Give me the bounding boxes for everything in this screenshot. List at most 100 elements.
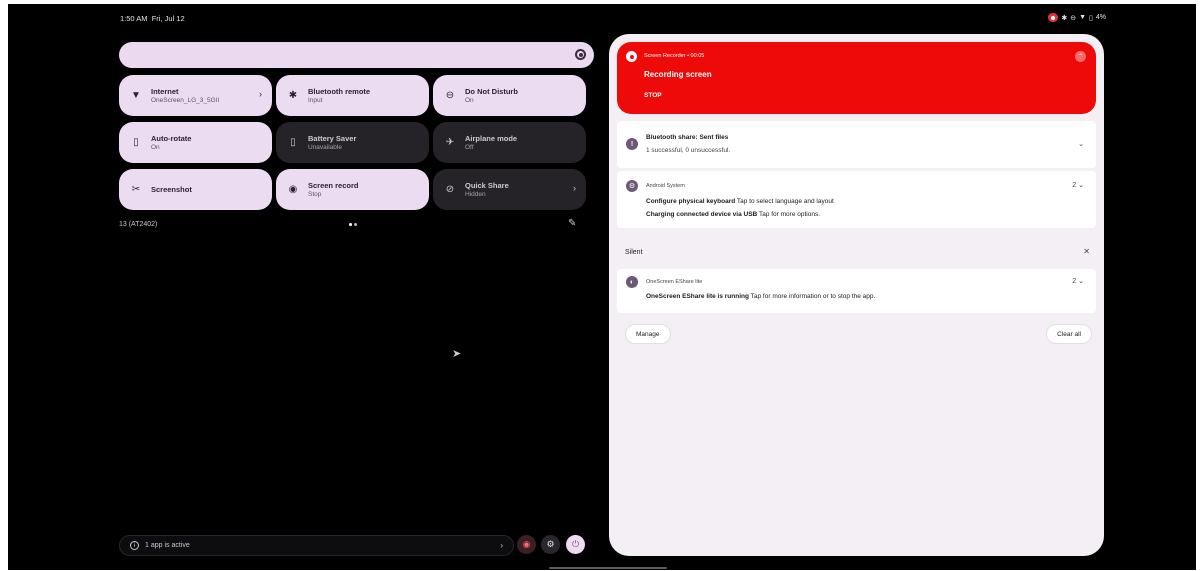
tile-internet[interactable]: ▼ Internet OneScreen_LG_3_5GII ›: [119, 75, 272, 116]
rotate-icon: ▯: [133, 136, 139, 148]
build-number: 13 (AT2402): [119, 221, 158, 228]
eshare-title: OneScreen EShare lite is running: [646, 293, 749, 300]
eshare-notification[interactable]: ◐ OneScreen EShare lite 2 ⌄ OneScreen ES…: [617, 269, 1096, 313]
chevron-right-icon: ›: [573, 183, 576, 193]
expand-button[interactable]: 2 ⌄: [1072, 277, 1084, 285]
notification-header: Screen Recorder • 00:05: [644, 53, 705, 59]
tile-do-not-disturb[interactable]: ⊖ Do Not Disturb On: [433, 75, 586, 116]
notification-shade: Screen Recorder • 00:05 Recording screen…: [609, 34, 1104, 556]
tile-label: Screen record: [308, 181, 359, 190]
quick-share-icon: ⊘: [445, 183, 455, 195]
tile-label: Do Not Disturb: [465, 87, 518, 96]
tile-label: Battery Saver: [308, 134, 357, 143]
tile-label: Quick Share: [465, 181, 509, 190]
usb-text: Tap for more options.: [757, 211, 821, 218]
settings-button[interactable]: ⚙: [541, 535, 560, 554]
android-system-app-icon: ⚙: [626, 180, 638, 192]
tile-text: Screen record Stop: [308, 181, 358, 198]
notification-count: 2: [1072, 182, 1077, 189]
battery-icon: ▯: [1089, 14, 1093, 22]
tile-label: Auto-rotate: [151, 134, 192, 143]
tile-state: Input: [308, 97, 323, 104]
tile-airplane-mode[interactable]: ✈ Airplane mode Off: [433, 122, 586, 163]
keyboard-text: Tap to select language and layout: [735, 198, 834, 205]
tile-text: Auto-rotate On: [151, 134, 191, 151]
bluetooth-share-app-icon: !: [626, 138, 638, 150]
active-apps-label: 1 app is active: [145, 542, 190, 549]
notification-text: 1 successful, 0 unsuccessful.: [646, 147, 731, 154]
usb-title: Charging connected device via USB: [646, 211, 758, 218]
tile-text: Screenshot: [151, 185, 192, 194]
power-icon: ⏻: [571, 539, 580, 549]
tile-label: Bluetooth remote: [308, 87, 371, 96]
info-icon: i: [130, 541, 139, 550]
tile-screen-record[interactable]: ◉ Screen record Stop: [276, 169, 429, 210]
bluetooth-icon: ✱: [1061, 14, 1068, 22]
active-apps-button[interactable]: i 1 app is active ›: [119, 535, 514, 556]
close-icon[interactable]: ✕: [1083, 247, 1090, 256]
status-bar-clock: 1:50 AM Fri, Jul 12: [120, 14, 185, 23]
expand-chevron-icon[interactable]: ⌄: [1078, 140, 1084, 148]
user-icon: ◉: [522, 539, 531, 549]
screen-record-status-icon: [1048, 13, 1059, 22]
stop-recording-button[interactable]: STOP: [644, 92, 662, 99]
gear-icon: ⚙: [546, 539, 555, 549]
tile-state: On: [465, 97, 474, 104]
notification-body: OneScreen EShare lite is running Tap for…: [646, 293, 875, 300]
battery-icon: ▯: [290, 136, 296, 148]
android-system-notification[interactable]: ⚙ Android System 2 ⌄ Configure physical …: [617, 171, 1096, 228]
chevron-down-icon: ⌄: [1078, 182, 1084, 189]
tile-text: Bluetooth remote Input: [308, 87, 370, 104]
do-not-disturb-icon: ⊖: [1070, 14, 1077, 22]
tile-bluetooth-remote[interactable]: ✱ Bluetooth remote Input: [276, 75, 429, 116]
chevron-right-icon: ›: [500, 541, 503, 550]
tile-state: On: [151, 144, 160, 151]
user-switcher-button[interactable]: ◉: [517, 535, 536, 554]
brightness-icon: [575, 49, 586, 60]
notification-title: Bluetooth share: Sent files: [646, 134, 729, 141]
brightness-slider[interactable]: [119, 42, 594, 68]
clear-all-button[interactable]: Clear all: [1046, 324, 1092, 344]
mouse-cursor-icon: ➤: [452, 348, 462, 360]
tile-auto-rotate[interactable]: ▯ Auto-rotate On: [119, 122, 272, 163]
battery-percent: 4%: [1095, 14, 1106, 21]
status-time: 1:50 AM: [120, 14, 148, 23]
wifi-icon: ▼: [1079, 14, 1087, 21]
tile-label: Airplane mode: [465, 134, 518, 143]
bluetooth-icon: ✱: [288, 89, 298, 101]
wifi-icon: ▼: [131, 89, 141, 101]
collapse-icon[interactable]: ⌃: [1075, 51, 1086, 62]
tile-text: Do Not Disturb On: [465, 87, 518, 104]
edit-pencil-icon[interactable]: ✎: [568, 218, 576, 229]
tile-text: Airplane mode Off: [465, 134, 517, 151]
notification-app-name: OneScreen EShare lite: [646, 279, 703, 285]
airplane-icon: ✈: [445, 136, 455, 148]
chevron-right-icon: ›: [259, 89, 262, 99]
notification-app-name: Android System: [646, 183, 685, 189]
notification-title: Recording screen: [644, 70, 712, 79]
screen: 1:50 AM Fri, Jul 12 ✱ ⊖ ▼ ▯ 4% ▼ Internet…: [8, 4, 1196, 570]
expand-button[interactable]: 2 ⌄: [1072, 181, 1084, 189]
tile-label: Internet: [151, 87, 179, 96]
screenshot-icon: ✂: [131, 183, 141, 195]
tile-state: Hidden: [465, 191, 486, 198]
tile-text: Quick Share Hidden: [465, 181, 509, 198]
tile-quick-share[interactable]: ⊘ Quick Share Hidden ›: [433, 169, 586, 210]
notification-line-2: Charging connected device via USB Tap fo…: [646, 211, 820, 218]
home-handle[interactable]: [549, 567, 667, 569]
page-indicator: [349, 223, 357, 226]
power-button[interactable]: ⏻: [566, 535, 585, 554]
do-not-disturb-icon: ⊖: [445, 89, 455, 101]
eshare-text: Tap for more information or to stop the …: [748, 293, 876, 300]
eshare-app-icon: ◐: [626, 276, 638, 288]
tile-state: Unavailable: [308, 144, 342, 151]
bluetooth-share-notification[interactable]: ! Bluetooth share: Sent files 1 successf…: [617, 121, 1096, 168]
tile-battery-saver[interactable]: ▯ Battery Saver Unavailable: [276, 122, 429, 163]
silent-section-header: Silent: [625, 249, 643, 256]
tile-text: Battery Saver Unavailable: [308, 134, 356, 151]
screen-recorder-notification[interactable]: Screen Recorder • 00:05 Recording screen…: [617, 42, 1096, 114]
tile-label: Screenshot: [151, 185, 192, 194]
tile-text: Internet OneScreen_LG_3_5GII: [151, 87, 219, 104]
tile-screenshot[interactable]: ✂ Screenshot: [119, 169, 272, 210]
manage-button[interactable]: Manage: [625, 324, 671, 344]
